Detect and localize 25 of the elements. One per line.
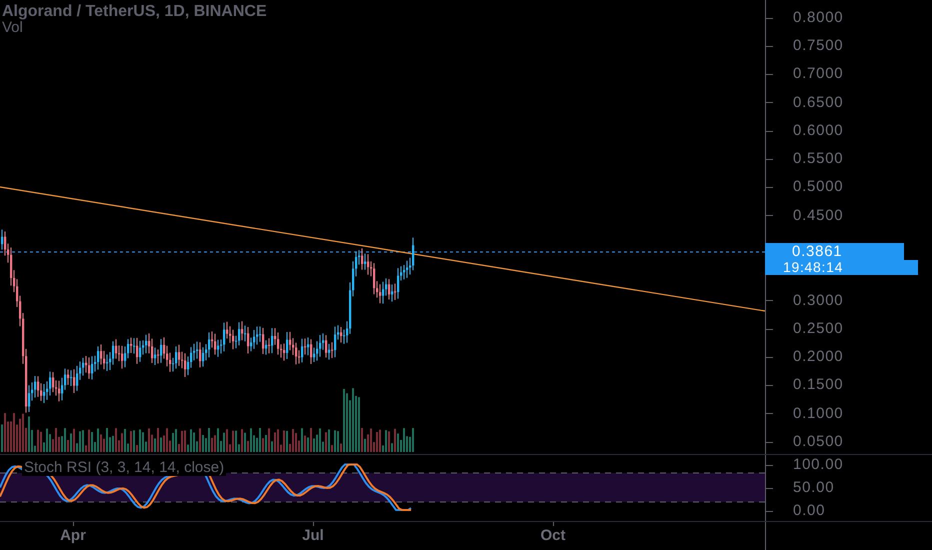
- price-tick: 0.1500: [793, 375, 844, 396]
- price-tick: 0.5500: [793, 149, 844, 170]
- price-tick: 0.2500: [793, 318, 844, 339]
- price-tick: 0.3000: [793, 290, 844, 311]
- time-tick: Oct: [540, 526, 566, 546]
- price-tick: 0.8000: [793, 8, 844, 28]
- indicator-tick: 50.00: [793, 478, 834, 498]
- time-tick: Jul: [302, 526, 324, 546]
- price-tick: 0.1000: [793, 404, 844, 424]
- price-tick: 0.6000: [793, 120, 844, 141]
- time-tick: Apr: [60, 526, 86, 546]
- indicator-tick: 0.00: [793, 500, 826, 521]
- countdown-label: 19:48:14: [765, 260, 918, 276]
- current-price-label: 0.3861: [765, 243, 904, 260]
- price-tick: 0.7500: [793, 36, 844, 56]
- price-tick: 0.2000: [793, 347, 844, 368]
- indicator-label: Stoch RSI (3, 3, 14, 14, close): [22, 459, 226, 476]
- price-tick: 0.5000: [793, 177, 844, 198]
- volume-label: Vol: [2, 20, 23, 36]
- price-tick: 0.6500: [793, 92, 844, 113]
- price-tick: 0.7000: [793, 64, 844, 84]
- price-tick: 0.4500: [793, 206, 844, 226]
- indicator-tick: 100.00: [793, 454, 844, 475]
- price-tick: 0.0500: [793, 432, 844, 452]
- chart-title: Algorand / TetherUS, 1D, BINANCE: [2, 4, 267, 20]
